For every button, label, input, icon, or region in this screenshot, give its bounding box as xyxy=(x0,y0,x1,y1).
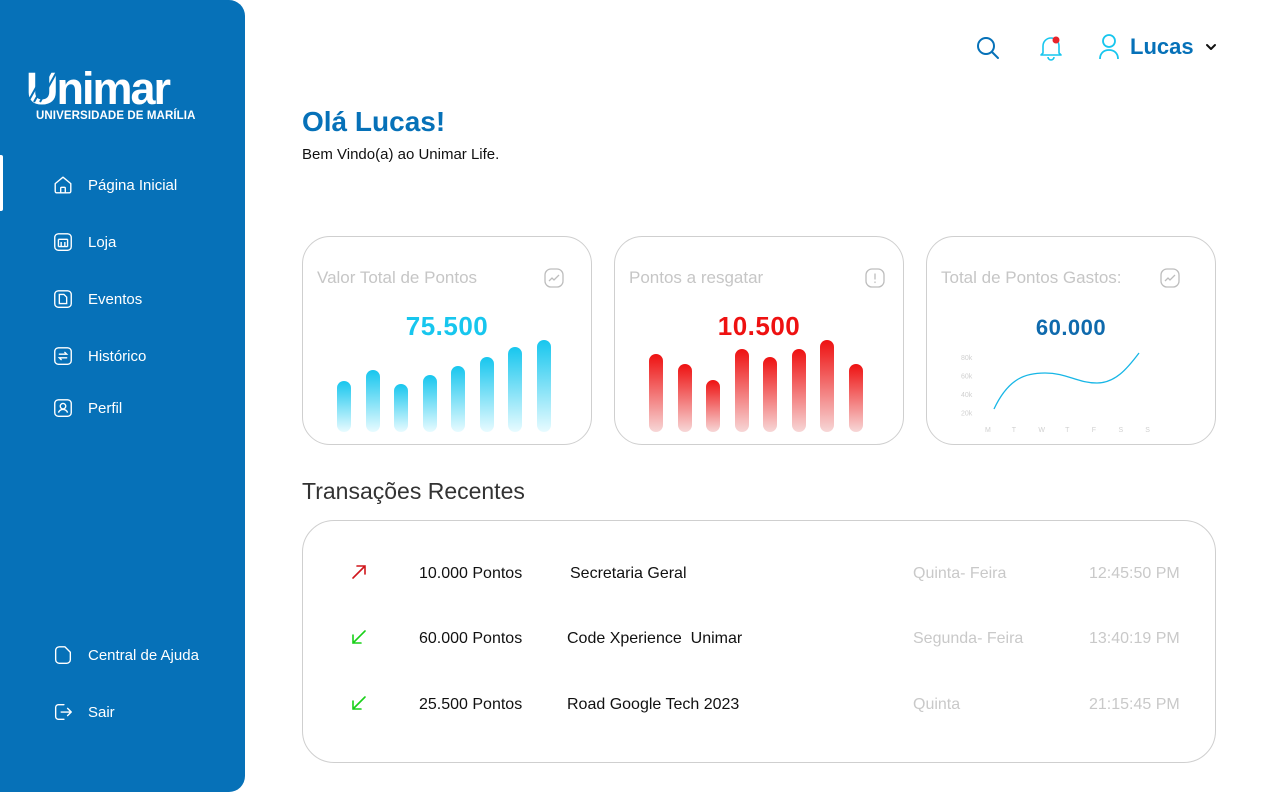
card-value: 10.500 xyxy=(717,311,801,341)
x-tick-label: T xyxy=(1065,427,1070,434)
bar xyxy=(365,370,380,432)
bell-icon[interactable] xyxy=(1039,34,1063,62)
x-tick-label: M xyxy=(985,427,991,434)
user-menu[interactable]: Lucas xyxy=(1098,33,1218,61)
sidebar-item-pagina-inicial[interactable]: Página Inicial xyxy=(52,174,177,196)
y-tick-label: 60k xyxy=(961,374,973,381)
sidebar-item-eventos[interactable]: Eventos xyxy=(52,288,142,310)
bar xyxy=(791,349,806,432)
logout-icon xyxy=(54,703,72,721)
bar xyxy=(677,364,692,432)
y-tick-label: 80k xyxy=(961,355,973,362)
bar xyxy=(508,347,522,432)
x-tick-label: S xyxy=(1145,427,1150,434)
sidebar-item-sair[interactable]: Sair xyxy=(52,701,115,723)
active-nav-indicator xyxy=(0,155,3,211)
bar xyxy=(337,381,351,432)
tx-points: 60.000 Pontos xyxy=(419,630,523,647)
bar xyxy=(706,380,720,432)
table-row[interactable]: 10.000 Pontos Secretaria Geral Quinta- F… xyxy=(303,559,1215,589)
document-icon xyxy=(54,290,72,308)
user-icon xyxy=(1099,34,1119,60)
line-series xyxy=(993,352,1140,410)
section-title: Transações Recentes xyxy=(302,478,525,504)
trend-icon[interactable] xyxy=(544,268,564,288)
profile-icon xyxy=(54,399,72,417)
tx-points: 10.000 Pontos xyxy=(419,565,523,582)
tx-time: 13:40:19 PM xyxy=(1089,630,1180,647)
sidebar-item-historico[interactable]: Histórico xyxy=(52,345,146,367)
sidebar-item-perfil[interactable]: Perfil xyxy=(52,397,122,419)
table-row[interactable]: 60.000 Pontos Code Xperience Unimar Segu… xyxy=(303,624,1215,654)
sidebar-item-central-de-ajuda[interactable]: Central de Ajuda xyxy=(52,644,199,666)
card-points-spent: Total de Pontos Gastos: 60.000 80k 60k 40k… xyxy=(926,236,1216,445)
tx-description: Road Google Tech 2023 xyxy=(567,696,740,713)
bar xyxy=(763,357,777,432)
bar xyxy=(422,375,437,432)
sidebar-item-label: Página Inicial xyxy=(88,176,178,194)
tx-description: Secretaria Geral xyxy=(570,565,687,582)
tx-points: 25.500 Pontos xyxy=(419,696,523,713)
table-row[interactable]: 25.500 Pontos Road Google Tech 2023 Quin… xyxy=(303,690,1215,720)
bar xyxy=(734,349,749,432)
x-tick-label: W xyxy=(1038,427,1045,434)
user-name: Lucas xyxy=(1130,34,1194,59)
help-icon xyxy=(54,646,72,664)
sidebar-item-label: Perfil xyxy=(88,399,123,417)
tx-day: Quinta- Feira xyxy=(913,565,1007,582)
x-tick-label: T xyxy=(1012,427,1017,434)
tx-description: Code Xperience Unimar xyxy=(567,630,743,647)
history-icon xyxy=(54,347,72,365)
card-title: Valor Total de Pontos xyxy=(317,268,478,287)
sidebar-item-label: Eventos xyxy=(88,290,143,308)
bar xyxy=(536,340,551,432)
sidebar-item-loja[interactable]: Loja xyxy=(52,231,116,253)
greeting-title: Olá Lucas! xyxy=(302,106,446,137)
sidebar: Unimar UNIVERSIDADE DE MARÍLIA Página In… xyxy=(0,0,245,792)
chevron-down-icon[interactable] xyxy=(1204,40,1218,54)
transactions-list: 10.000 Pontos Secretaria Geral Quinta- F… xyxy=(302,520,1216,763)
sidebar-item-label: Central de Ajuda xyxy=(88,646,199,664)
sidebar-item-label: Sair xyxy=(88,703,115,721)
bar xyxy=(479,357,494,432)
arrow-down-left-icon xyxy=(352,630,366,644)
y-tick-label: 20k xyxy=(961,411,973,418)
bar xyxy=(451,366,465,432)
logo-subtitle: UNIVERSIDADE DE MARÍLIA xyxy=(36,110,196,122)
arrow-down-left-icon xyxy=(352,696,366,710)
search-icon[interactable] xyxy=(975,35,1001,61)
tx-day: Segunda- Feira xyxy=(913,630,1024,647)
tx-time: 12:45:50 PM xyxy=(1089,565,1180,582)
y-tick-label: 40k xyxy=(961,392,973,399)
greeting-subtitle: Bem Vindo(a) ao Unimar Life. xyxy=(302,146,500,163)
tx-day: Quinta xyxy=(913,696,961,713)
card-total-points: Valor Total de Pontos 75.500 xyxy=(302,236,592,445)
alert-icon[interactable] xyxy=(865,268,885,288)
arrow-up-right-icon xyxy=(352,565,366,579)
card-value: 75.500 xyxy=(405,311,489,341)
x-tick-label: F xyxy=(1092,427,1096,434)
bar xyxy=(649,354,663,432)
card-points-to-redeem: Pontos a resgatar 10.500 xyxy=(614,236,904,445)
bar xyxy=(394,384,408,432)
bar xyxy=(820,340,834,432)
bar xyxy=(848,364,863,432)
sidebar-item-label: Histórico xyxy=(88,347,147,365)
store-icon xyxy=(54,233,72,251)
sidebar-item-label: Loja xyxy=(88,233,117,251)
x-tick-label: S xyxy=(1119,427,1124,434)
line-chart: 80k 60k 40k 20k M T W T F S S xyxy=(961,352,1150,434)
tx-time: 21:15:45 PM xyxy=(1089,696,1180,713)
card-title: Pontos a resgatar xyxy=(629,268,764,287)
notification-dot xyxy=(1052,36,1060,44)
home-icon xyxy=(54,176,72,194)
